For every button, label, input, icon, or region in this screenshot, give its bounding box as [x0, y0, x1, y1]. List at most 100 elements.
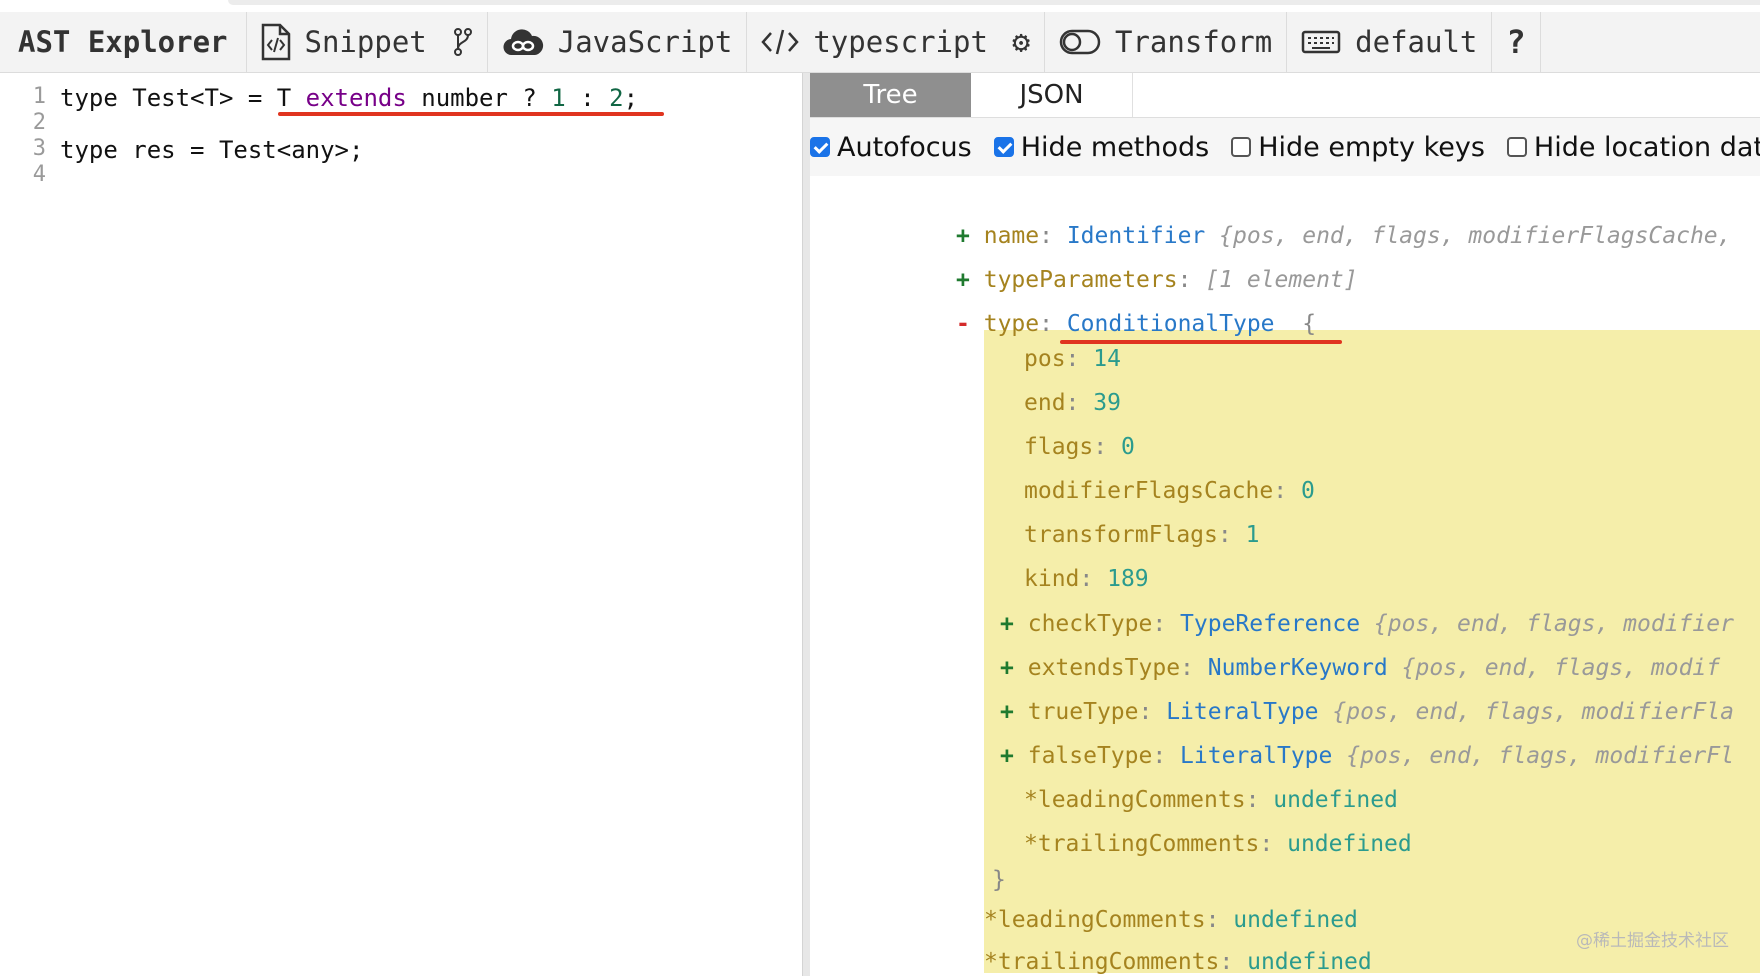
node-summary: {pos, end, flags, modifierFla	[1332, 699, 1734, 725]
app-title: AST Explorer	[0, 12, 247, 72]
hide-empty-keys-option[interactable]: Hide empty keys	[1231, 132, 1485, 163]
tree-prop: flags: 0	[1024, 434, 1135, 460]
prop-key: modifierFlagsCache	[1024, 478, 1274, 504]
node-key: type	[983, 311, 1040, 337]
hide-location-data-option[interactable]: Hide location data	[1506, 131, 1760, 163]
prop-value: 0	[1120, 434, 1135, 460]
prop-value: 1	[1245, 522, 1260, 548]
transform-label: Transform	[1115, 25, 1273, 59]
hide-methods-option[interactable]: Hide methods	[993, 131, 1210, 163]
prop-key: kind	[1024, 566, 1080, 592]
file-code-icon	[261, 23, 291, 61]
keymap-selector[interactable]: default	[1287, 12, 1493, 72]
checkbox-unchecked[interactable]	[1506, 137, 1527, 157]
help-button[interactable]: ?	[1492, 12, 1541, 72]
number-literal: 1	[551, 84, 566, 112]
node-key: extendsType	[1027, 655, 1181, 681]
node-type: LiteralType	[1180, 743, 1333, 769]
view-tabs: Tree JSON	[810, 73, 1133, 117]
tree-node-trueType[interactable]: + trueType: LiteralType {pos, end, flags…	[1000, 697, 1734, 727]
node-key: typeParameters	[983, 267, 1178, 293]
parser-label: typescript	[813, 25, 988, 59]
tree-prop: *leadingComments: undefined	[1024, 787, 1398, 813]
checkbox-checked[interactable]	[993, 137, 1014, 157]
option-label: Autofocus	[837, 131, 972, 163]
checkbox-checked[interactable]	[810, 137, 830, 157]
keymap-label: default	[1355, 25, 1478, 59]
toggle-off-icon[interactable]	[1059, 29, 1101, 55]
code-text: :	[565, 84, 610, 112]
tree-node-type[interactable]: - type: ConditionalType {	[956, 309, 1316, 339]
tree-prop: *leadingComments: undefined	[984, 907, 1358, 933]
underline-annotation	[278, 112, 664, 116]
tab-json[interactable]: JSON	[971, 73, 1133, 117]
tab-tree[interactable]: Tree	[810, 73, 971, 117]
address-bar-edge	[228, 0, 1760, 5]
node-type: NumberKeyword	[1207, 655, 1388, 681]
tree-node-typeParameters[interactable]: + typeParameters: [1 element]	[956, 265, 1358, 295]
prop-value: 14	[1093, 346, 1121, 372]
option-label: Hide methods	[1020, 131, 1210, 163]
tree-prop: modifierFlagsCache: 0	[1024, 478, 1315, 504]
snippet-label: Snippet	[304, 25, 427, 59]
node-type: LiteralType	[1166, 699, 1319, 725]
expand-toggle[interactable]: +	[956, 223, 970, 249]
line-number: 2	[32, 110, 46, 135]
node-key: falseType	[1027, 743, 1153, 769]
expand-toggle[interactable]: +	[956, 267, 970, 293]
tree-node-extendsType[interactable]: + extendsType: NumberKeyword {pos, end, …	[1000, 653, 1720, 683]
ast-tree: + name: Identifier {pos, end, flags, mod…	[810, 176, 1760, 976]
fork-icon[interactable]	[453, 28, 473, 56]
node-summary: {pos, end, flags, modifierFlagsCache,	[1219, 223, 1732, 249]
tree-prop: kind: 189	[1024, 566, 1149, 592]
prop-value: 39	[1093, 390, 1121, 416]
parser-selector[interactable]: typescript ⚙	[747, 12, 1046, 72]
expand-toggle[interactable]: +	[1000, 743, 1014, 769]
code-icon	[761, 28, 800, 56]
checkbox-unchecked[interactable]	[1231, 137, 1252, 157]
node-type: TypeReference	[1180, 611, 1361, 637]
code-line-3[interactable]: type res = Test<any>;	[60, 136, 363, 164]
prop-key: *trailingComments	[1024, 831, 1260, 857]
language-selector[interactable]: JavaScript	[488, 12, 748, 72]
collapse-toggle[interactable]: -	[956, 311, 970, 337]
prop-key: end	[1024, 390, 1066, 416]
tree-node-checkType[interactable]: + checkType: TypeReference {pos, end, fl…	[1000, 609, 1734, 639]
brace-open: {	[1302, 311, 1317, 337]
tree-prop: end: 39	[1024, 390, 1121, 416]
prop-value: undefined	[1247, 949, 1372, 975]
prop-key: transformFlags	[1024, 522, 1218, 548]
snippet-button[interactable]: Snippet	[247, 12, 488, 72]
prop-value: undefined	[1287, 831, 1412, 857]
cloud-icon	[502, 27, 544, 57]
line-number: 3	[32, 136, 46, 161]
expand-toggle[interactable]: +	[1000, 655, 1014, 681]
node-key: name	[983, 223, 1040, 249]
line-number: 1	[32, 84, 46, 109]
node-summary: {pos, end, flags, modifierFl	[1346, 743, 1734, 769]
expand-toggle[interactable]: +	[1000, 699, 1014, 725]
language-label: JavaScript	[557, 25, 733, 59]
tree-prop: pos: 14	[1024, 346, 1121, 372]
node-summary: {pos, end, flags, modif	[1401, 655, 1721, 681]
expand-toggle[interactable]: +	[1000, 611, 1014, 637]
tree-node-falseType[interactable]: + falseType: LiteralType {pos, end, flag…	[1000, 741, 1734, 771]
ast-panel: Tree JSON Autofocus Hide methods Hide em…	[810, 73, 1760, 976]
node-type: ConditionalType	[1066, 311, 1275, 337]
code-text: number ?	[406, 84, 552, 112]
brace-close: }	[992, 867, 1006, 893]
prop-value: undefined	[1273, 787, 1398, 813]
tree-options: Autofocus Hide methods Hide empty keys H…	[810, 118, 1760, 176]
option-label: Hide location data	[1533, 131, 1760, 163]
transform-toggle[interactable]: Transform	[1045, 12, 1288, 72]
prop-key: *leadingComments	[984, 907, 1206, 933]
tree-prop: *trailingComments: undefined	[984, 949, 1372, 975]
tree-node-name[interactable]: + name: Identifier {pos, end, flags, mod…	[956, 221, 1732, 251]
autofocus-option[interactable]: Autofocus	[810, 132, 972, 163]
prop-value: 189	[1107, 566, 1149, 592]
gear-icon[interactable]: ⚙	[1012, 25, 1030, 60]
code-line-1[interactable]: type Test<T> = T extends number ? 1 : 2;	[60, 84, 638, 112]
code-editor[interactable]: 1 2 3 4 type Test<T> = T extends number …	[0, 73, 802, 976]
toolbar: AST Explorer Snippet JavaScript typescri…	[0, 12, 1760, 73]
watermark: @稀土掘金技术社区	[1576, 931, 1729, 951]
